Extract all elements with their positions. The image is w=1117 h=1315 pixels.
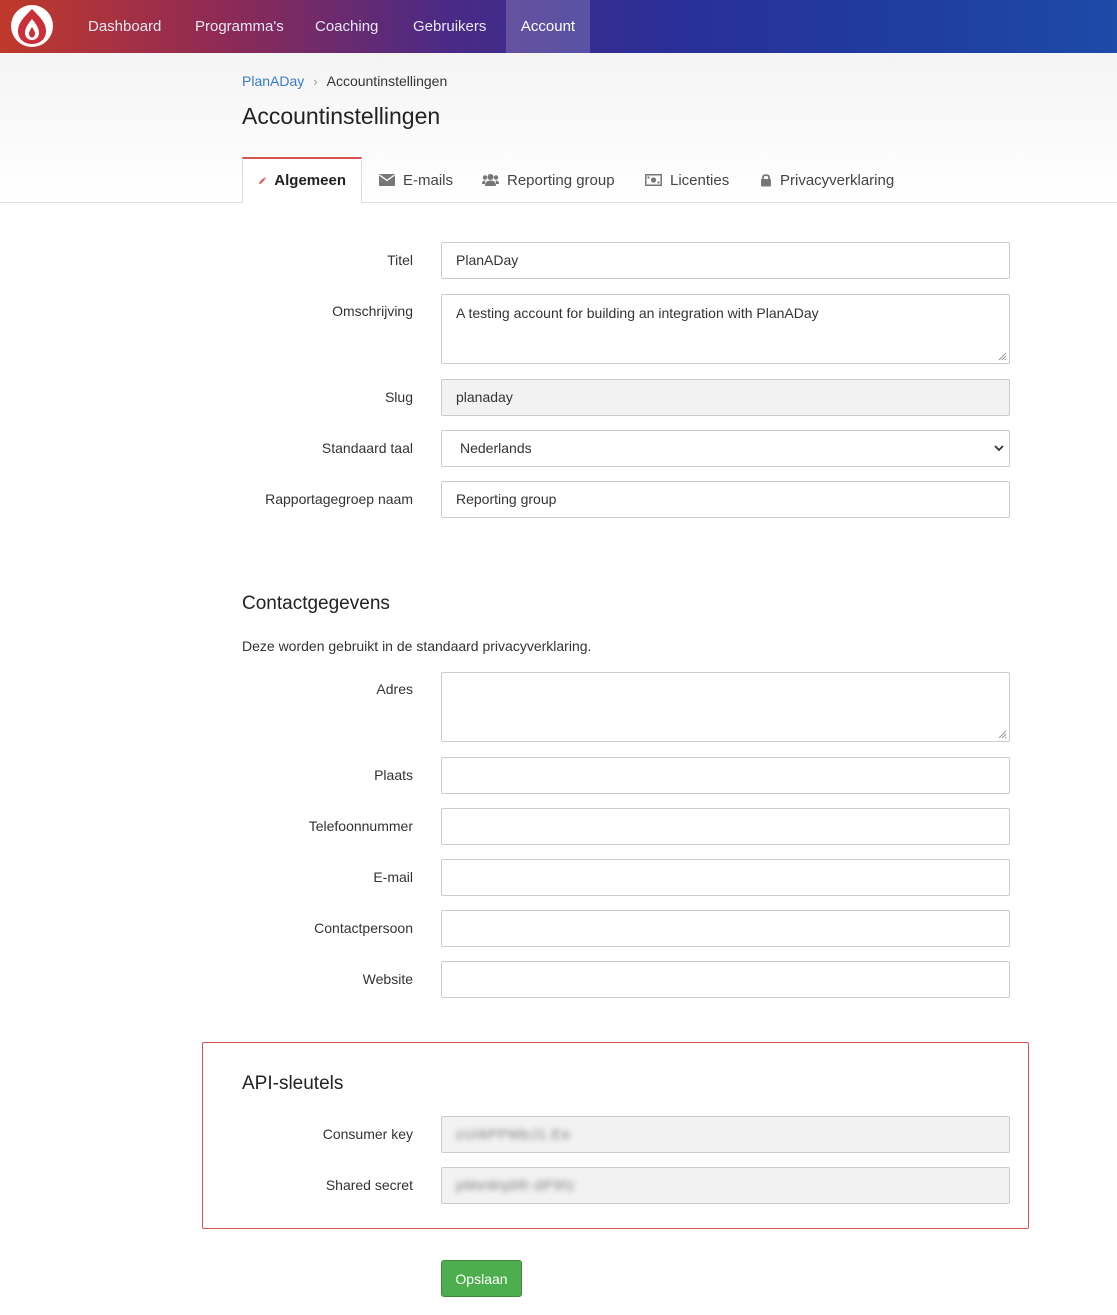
shared-secret-value: pMeWq9R-dP9fz bbox=[456, 1177, 576, 1193]
tab-label: Licenties bbox=[670, 171, 730, 189]
consumer-key-label: Consumer key bbox=[322, 1126, 413, 1142]
envelope-icon bbox=[379, 174, 395, 186]
tab-emails[interactable]: E-mails bbox=[364, 157, 468, 203]
contactpersoon-label: Contactpersoon bbox=[314, 920, 413, 936]
adres-label: Adres bbox=[376, 681, 413, 697]
users-icon bbox=[482, 174, 499, 186]
email-label: E-mail bbox=[373, 869, 413, 885]
website-input[interactable] bbox=[441, 961, 1010, 998]
nav-dashboard[interactable]: Dashboard bbox=[71, 0, 178, 53]
omschrijving-label: Omschrijving bbox=[332, 303, 413, 319]
shared-secret-input[interactable]: pMeWq9R-dP9fz bbox=[441, 1167, 1010, 1204]
resize-grip-icon[interactable] bbox=[997, 729, 1007, 739]
page-title: Accountinstellingen bbox=[242, 103, 441, 129]
nav-account[interactable]: Account bbox=[506, 0, 590, 53]
website-label: Website bbox=[362, 971, 413, 987]
resize-grip-icon[interactable] bbox=[997, 351, 1007, 361]
breadcrumb-chevron-icon: › bbox=[313, 73, 318, 89]
tab-privacyverklaring[interactable]: Privacyverklaring bbox=[745, 157, 909, 203]
tab-label: Privacyverklaring bbox=[780, 171, 895, 189]
standaard-taal-select[interactable]: Nederlands bbox=[441, 430, 1010, 467]
plaats-input[interactable] bbox=[441, 757, 1010, 794]
pencil-icon bbox=[259, 176, 267, 184]
tab-label: Reporting group bbox=[507, 171, 615, 189]
titel-label: Titel bbox=[387, 252, 413, 268]
save-button[interactable]: Opslaan bbox=[441, 1260, 522, 1297]
consumer-key-value: zUi6PPMbJ1.Ee bbox=[456, 1126, 571, 1142]
standaard-taal-label: Standaard taal bbox=[321, 440, 413, 456]
telefoonnummer-label: Telefoonnummer bbox=[308, 818, 413, 834]
nav-coaching[interactable]: Coaching bbox=[298, 0, 395, 53]
slug-input: planaday bbox=[441, 379, 1010, 416]
tab-algemeen[interactable]: Algemeen bbox=[242, 157, 362, 203]
standaard-taal-value: Nederlands bbox=[460, 440, 532, 456]
nav-programmas[interactable]: Programma's bbox=[178, 0, 301, 53]
planaday-logo[interactable] bbox=[11, 5, 53, 47]
email-input[interactable] bbox=[441, 859, 1010, 896]
breadcrumb-home-link[interactable]: PlanADay bbox=[242, 73, 304, 89]
tab-licenties[interactable]: Licenties bbox=[630, 157, 744, 203]
titel-input[interactable]: PlanADay bbox=[441, 242, 1010, 279]
money-icon bbox=[645, 174, 662, 186]
telefoonnummer-input[interactable] bbox=[441, 808, 1010, 845]
tab-reporting-group[interactable]: Reporting group bbox=[467, 157, 630, 203]
api-section-title: API-sleutels bbox=[242, 1073, 344, 1094]
rapportagegroep-input[interactable]: Reporting group bbox=[441, 481, 1010, 518]
flame-logo-icon bbox=[18, 9, 46, 44]
contact-section-title: Contactgegevens bbox=[242, 593, 390, 614]
lock-icon bbox=[761, 174, 771, 187]
chevron-down-icon bbox=[994, 445, 1004, 452]
adres-textarea[interactable] bbox=[441, 672, 1010, 742]
contact-section-description: Deze worden gebruikt in de standaard pri… bbox=[242, 638, 592, 654]
shared-secret-label: Shared secret bbox=[325, 1177, 413, 1193]
breadcrumb: PlanADay › Accountinstellingen bbox=[242, 73, 447, 89]
slug-label: Slug bbox=[384, 389, 413, 405]
breadcrumb-current: Accountinstellingen bbox=[326, 73, 448, 89]
plaats-label: Plaats bbox=[374, 767, 413, 783]
tab-label: E-mails bbox=[403, 171, 454, 189]
omschrijving-textarea[interactable]: A testing account for building an integr… bbox=[441, 294, 1010, 364]
rapportagegroep-label: Rapportagegroep naam bbox=[265, 491, 413, 507]
omschrijving-value: A testing account for building an integr… bbox=[456, 305, 819, 321]
contactpersoon-input[interactable] bbox=[441, 910, 1010, 947]
tab-label: Algemeen bbox=[274, 172, 346, 189]
top-navbar: Dashboard Programma's Coaching Gebruiker… bbox=[0, 0, 1117, 53]
nav-gebruikers[interactable]: Gebruikers bbox=[396, 0, 503, 53]
consumer-key-input[interactable]: zUi6PPMbJ1.Ee bbox=[441, 1116, 1010, 1153]
